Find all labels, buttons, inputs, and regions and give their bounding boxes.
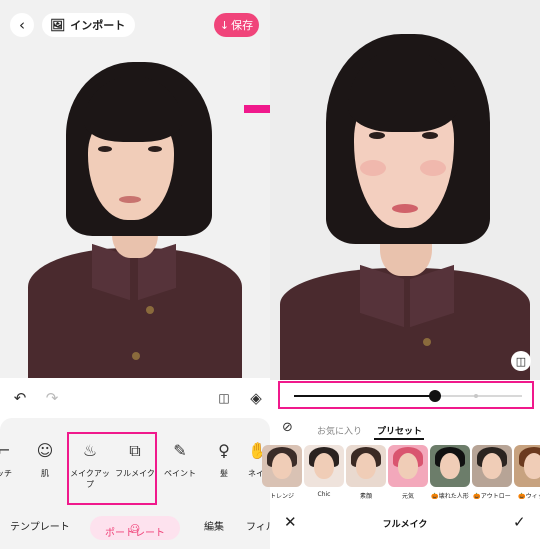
portrait-photo-after: ◫ [270, 0, 540, 380]
back-button[interactable]: ‹ [10, 13, 34, 37]
preset-label: 素顔 [359, 493, 372, 500]
preset-label: 🎃アウトロー [473, 493, 511, 500]
preset-face [440, 453, 460, 479]
preset-face [272, 453, 292, 479]
slider-default-mark [474, 394, 478, 398]
slider-fill [294, 395, 436, 397]
slider-knob[interactable] [429, 390, 442, 402]
save-button[interactable]: ↓ 保存 [214, 13, 259, 37]
paint-wand-icon: ✎ [173, 441, 187, 460]
compare-icon[interactable]: ◫ [511, 351, 531, 371]
preset-thumb[interactable] [472, 445, 512, 487]
tab-edit[interactable]: 編集 [204, 518, 224, 533]
feature-retouch[interactable]: ⌐ ッチ [0, 440, 22, 479]
feature-hair[interactable]: ♀ 髪 [212, 440, 236, 479]
layers-icon[interactable]: ◈ [244, 386, 268, 410]
save-label: 保存 [231, 19, 254, 32]
footer-title: フルメイク [382, 520, 428, 530]
compare-icon[interactable]: ◫ [212, 386, 236, 410]
feature-label: 肌 [41, 469, 49, 478]
tab-portrait-label: ポートレート [105, 528, 165, 539]
edit-toolbar: ↶ ↷ ◫ ◈ [0, 378, 270, 418]
tab-filter[interactable]: フィルタ [246, 518, 270, 533]
preset-thumb[interactable] [388, 445, 428, 487]
chevron-left-icon: ‹ [19, 16, 25, 34]
tab-portrait[interactable]: ☺ ポートレート [90, 516, 180, 540]
feature-paint[interactable]: ✎ ペイント [163, 440, 197, 479]
preset-face [524, 453, 540, 479]
tab-favorites[interactable]: お気に入り [317, 424, 362, 437]
preset-thumb[interactable] [430, 445, 470, 487]
tab-underline [374, 438, 424, 440]
preset-face [482, 453, 502, 479]
intensity-slider[interactable] [294, 390, 522, 402]
hair-icon: ♀ [218, 441, 230, 460]
preset-label: 🎃ウィッチ [518, 493, 540, 500]
tab-presets[interactable]: プリセット [377, 424, 422, 437]
preset-thumb[interactable] [514, 445, 540, 487]
bottom-tab-bar: テンプレート ☺ ポートレート 編集 フィルタ [0, 510, 270, 540]
feature-label: ペイント [164, 469, 196, 478]
preset-face [398, 453, 418, 479]
redo-icon[interactable]: ↷ [40, 386, 64, 410]
preset-thumb[interactable] [304, 445, 344, 487]
check-icon[interactable]: ✓ [513, 513, 526, 531]
preset-thumb[interactable] [346, 445, 386, 487]
intensity-slider-box [278, 381, 534, 409]
preset-label: 元気 [401, 493, 414, 500]
makeup-highlight-box [67, 432, 157, 505]
import-label: インポート [70, 19, 126, 32]
preset-face [356, 453, 376, 479]
preset-list: トレンジ Chic 素顔 元気 🎃壊れた人形 🎃アウトロー 🎃ウィッチ [262, 445, 540, 503]
preset-tabs: ⊘ お気に入り プリセット [270, 415, 540, 441]
none-icon[interactable]: ⊘ [282, 420, 293, 435]
feature-label: 髪 [220, 469, 228, 478]
face-icon: ☺ [36, 441, 54, 460]
download-arrow-icon: ↓ [219, 18, 230, 32]
preset-label: 🎃壊れた人形 [431, 493, 469, 500]
preset-thumb[interactable] [262, 445, 302, 487]
makeup-footer: ✕ フルメイク ✓ [270, 508, 540, 538]
feature-skin[interactable]: ☺ 肌 [30, 440, 60, 479]
feature-label: ッチ [0, 469, 12, 478]
import-button[interactable]: 🖼 インポート [42, 13, 136, 37]
portrait-photo: ‹ 🖼 インポート ↓ 保存 [0, 0, 270, 378]
preset-face [314, 453, 334, 479]
tab-template[interactable]: テンプレート [10, 518, 70, 533]
preset-label: Chic [317, 491, 331, 498]
image-icon: 🖼 [50, 18, 66, 32]
undo-icon[interactable]: ↶ [8, 386, 32, 410]
preset-label: トレンジ [269, 493, 294, 500]
brush-icon: ⌐ [0, 441, 11, 460]
